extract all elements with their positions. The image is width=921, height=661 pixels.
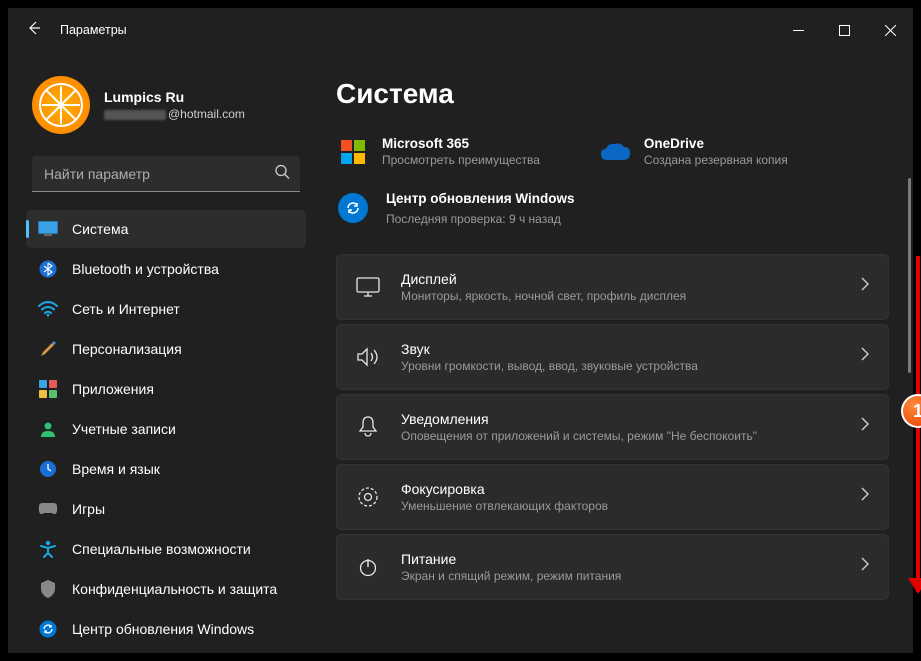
main-content: Система Microsoft 365 Просмотреть преиму… <box>318 52 913 653</box>
apps-icon <box>38 379 58 399</box>
row-sub: Оповещения от приложений и системы, режи… <box>401 429 840 443</box>
search-box[interactable] <box>32 156 300 192</box>
nav-label: Персонализация <box>72 341 182 357</box>
profile-email: @hotmail.com <box>104 107 245 121</box>
tile-sub: Просмотреть преимущества <box>382 153 540 167</box>
bell-icon <box>355 414 381 440</box>
speaker-icon <box>355 344 381 370</box>
row-sub: Мониторы, яркость, ночной свет, профиль … <box>401 289 840 303</box>
nav-label: Время и язык <box>72 461 160 477</box>
row-sub: Уровни громкости, вывод, ввод, звуковые … <box>401 359 840 373</box>
tile-sub: Создана резервная копия <box>644 153 788 167</box>
monitor-icon <box>355 274 381 300</box>
nav-label: Приложения <box>72 381 154 397</box>
focus-icon <box>355 484 381 510</box>
row-notifications[interactable]: Уведомления Оповещения от приложений и си… <box>336 394 889 460</box>
tile-title: Microsoft 365 <box>382 136 540 151</box>
nav-list: Система Bluetooth и устройства Сеть и Ин… <box>26 210 306 648</box>
nav-label: Сеть и Интернет <box>72 301 180 317</box>
chevron-right-icon <box>860 487 870 506</box>
search-input[interactable] <box>32 156 300 192</box>
nav-label: Игры <box>72 501 105 517</box>
update-icon <box>38 619 58 639</box>
search-icon <box>274 164 290 185</box>
paintbrush-icon <box>38 339 58 359</box>
tile-ms365[interactable]: Microsoft 365 Просмотреть преимущества <box>338 136 540 167</box>
ms365-icon <box>338 137 368 167</box>
nav-item-accessibility[interactable]: Специальные возможности <box>26 530 306 568</box>
row-title: Уведомления <box>401 411 840 427</box>
person-icon <box>38 419 58 439</box>
power-icon <box>355 554 381 580</box>
nav-label: Центр обновления Windows <box>72 621 254 637</box>
nav-item-bluetooth[interactable]: Bluetooth и устройства <box>26 250 306 288</box>
row-sub: Экран и спящий режим, режим питания <box>401 569 840 583</box>
close-icon <box>885 25 896 36</box>
chevron-right-icon <box>860 557 870 576</box>
nav-item-network[interactable]: Сеть и Интернет <box>26 290 306 328</box>
row-title: Дисплей <box>401 271 840 287</box>
row-title: Фокусировка <box>401 481 840 497</box>
settings-window: Параметры Lumpics Ru @hotmail.com <box>8 8 913 653</box>
accessibility-icon <box>38 539 58 559</box>
row-sound[interactable]: Звук Уровни громкости, вывод, ввод, звуко… <box>336 324 889 390</box>
bluetooth-icon <box>38 259 58 279</box>
nav-item-gaming[interactable]: Игры <box>26 490 306 528</box>
nav-label: Учетные записи <box>72 421 176 437</box>
minimize-button[interactable] <box>775 14 821 46</box>
maximize-button[interactable] <box>821 14 867 46</box>
maximize-icon <box>839 25 850 36</box>
nav-item-windows-update[interactable]: Центр обновления Windows <box>26 610 306 648</box>
nav-label: Система <box>72 221 128 237</box>
chevron-right-icon <box>860 347 870 366</box>
nav-label: Конфиденциальность и защита <box>72 581 277 597</box>
window-title: Параметры <box>60 23 127 37</box>
sidebar: Lumpics Ru @hotmail.com Система Bluetoot… <box>8 52 318 653</box>
nav-item-privacy[interactable]: Конфиденциальность и защита <box>26 570 306 608</box>
back-arrow-icon <box>26 20 42 36</box>
onedrive-icon <box>600 137 630 167</box>
tile-title: OneDrive <box>644 136 788 151</box>
shield-icon <box>38 579 58 599</box>
back-button[interactable] <box>26 20 42 41</box>
avatar <box>32 76 90 134</box>
nav-item-system[interactable]: Система <box>26 210 306 248</box>
chevron-right-icon <box>860 277 870 296</box>
profile-name: Lumpics Ru <box>104 89 245 105</box>
settings-list: Дисплей Мониторы, яркость, ночной свет, п… <box>336 254 889 600</box>
wifi-icon <box>38 299 58 319</box>
scrollbar[interactable] <box>908 178 911 373</box>
chevron-right-icon <box>860 417 870 436</box>
nav-item-time-language[interactable]: Время и язык <box>26 450 306 488</box>
wu-sub: Последняя проверка: 9 ч назад <box>386 212 575 226</box>
profile-block[interactable]: Lumpics Ru @hotmail.com <box>26 62 306 156</box>
update-circle-icon <box>338 193 368 223</box>
row-title: Питание <box>401 551 840 567</box>
page-heading: Система <box>336 78 889 110</box>
minimize-icon <box>793 25 804 36</box>
orange-slice-icon <box>38 82 84 128</box>
nav-item-personalization[interactable]: Персонализация <box>26 330 306 368</box>
row-sub: Уменьшение отвлекающих факторов <box>401 499 840 513</box>
display-icon <box>38 219 58 239</box>
row-power[interactable]: Питание Экран и спящий режим, режим питан… <box>336 534 889 600</box>
gamepad-icon <box>38 499 58 519</box>
nav-label: Bluetooth и устройства <box>72 261 219 277</box>
nav-item-apps[interactable]: Приложения <box>26 370 306 408</box>
tile-windows-update[interactable]: Центр обновления Windows Последняя прове… <box>336 191 889 226</box>
close-button[interactable] <box>867 14 913 46</box>
titlebar: Параметры <box>8 8 913 52</box>
wu-title: Центр обновления Windows <box>386 191 575 208</box>
clock-globe-icon <box>38 459 58 479</box>
row-focus[interactable]: Фокусировка Уменьшение отвлекающих фактор… <box>336 464 889 530</box>
tile-onedrive[interactable]: OneDrive Создана резервная копия <box>600 136 788 167</box>
nav-label: Специальные возможности <box>72 541 251 557</box>
nav-item-accounts[interactable]: Учетные записи <box>26 410 306 448</box>
row-display[interactable]: Дисплей Мониторы, яркость, ночной свет, п… <box>336 254 889 320</box>
row-title: Звук <box>401 341 840 357</box>
